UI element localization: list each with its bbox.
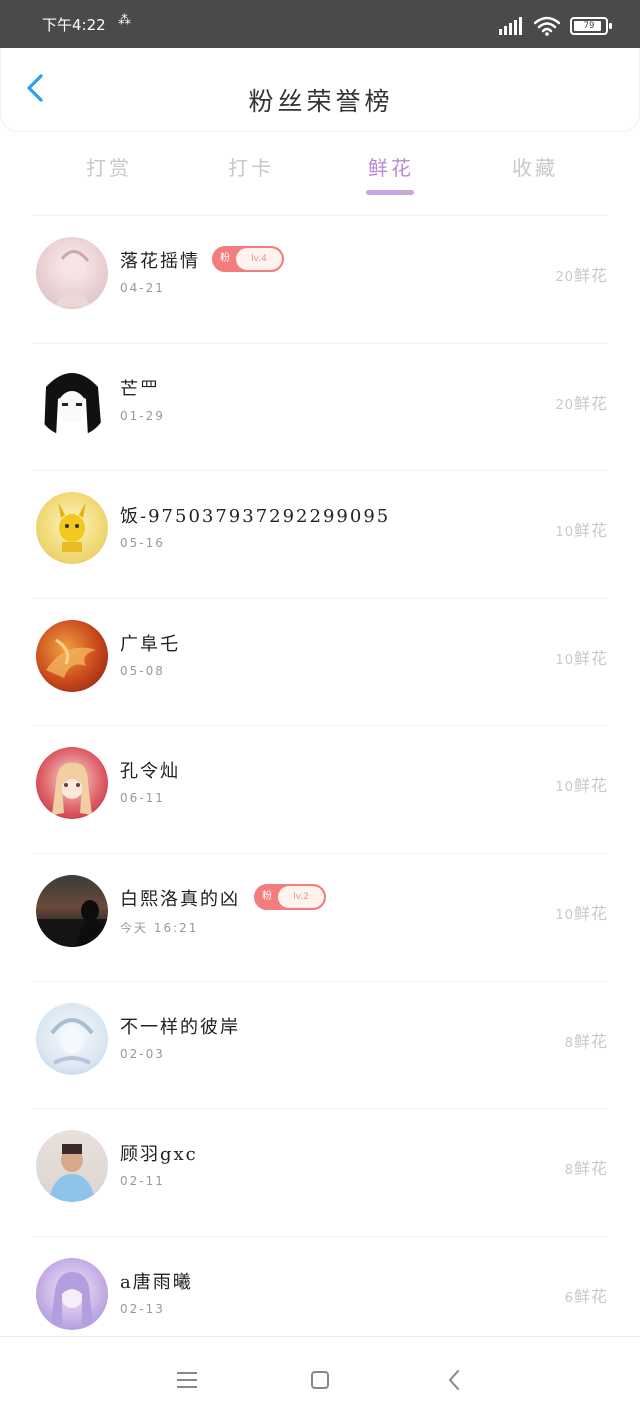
tab-checkin[interactable]: 打卡 — [228, 152, 274, 181]
avatar — [36, 364, 108, 437]
flower-count-number: 20 — [555, 270, 574, 285]
avatar — [36, 1002, 108, 1075]
notification-icon: ⁂ — [118, 13, 131, 28]
status-bar: 下午4:22 ⁂ 79 — [0, 0, 640, 48]
flower-count: 8鲜花 — [565, 1155, 608, 1179]
fan-name: 白熙洛真的凶 — [120, 888, 240, 910]
flower-count-number: 8 — [564, 1163, 574, 1179]
flower-count-unit: 鲜花 — [573, 521, 608, 541]
flower-count-number: 10 — [555, 652, 574, 668]
tab-reward[interactable]: 打赏 — [86, 152, 132, 181]
flower-count: 10鲜花 — [555, 517, 608, 541]
flower-count-unit: 鲜花 — [573, 266, 608, 285]
fan-name: 落花摇情 — [120, 251, 200, 272]
status-time: 下午4:22 — [42, 16, 106, 34]
flower-count-unit: 鲜花 — [573, 776, 608, 796]
tab-favorites[interactable]: 收藏 — [512, 152, 558, 181]
page-title: 粉丝荣誉榜 — [248, 87, 394, 116]
badge-prefix: 粉 — [220, 253, 230, 264]
flower-count-unit: 鲜花 — [573, 393, 608, 413]
menu-icon[interactable] — [172, 1367, 202, 1393]
flower-count: 20鲜花 — [555, 262, 608, 286]
list-item[interactable]: 芒罒 01-29 20鲜花 — [32, 342, 608, 471]
list-item[interactable]: 顾羽gxc 02-11 8鲜花 — [32, 1108, 608, 1236]
flower-count: 8鲜花 — [565, 1028, 608, 1052]
list-item[interactable]: 孔令灿 06-11 10鲜花 — [32, 725, 608, 853]
badge-prefix: 粉 — [262, 890, 272, 902]
fan-date: 02-11 — [120, 1174, 165, 1189]
badge-level: lv.2 — [278, 885, 324, 908]
flower-count: 10鲜花 — [555, 645, 608, 669]
flower-count-unit: 鲜花 — [573, 903, 608, 923]
list-item[interactable]: 不一样的彼岸 02-03 8鲜花 — [32, 980, 608, 1109]
avatar — [36, 1130, 108, 1203]
flower-count-number: 6 — [564, 1290, 574, 1306]
fan-level-badge: 粉 lv.2 — [254, 883, 326, 910]
flower-count-number: 10 — [555, 780, 574, 796]
system-nav-bar — [0, 1336, 640, 1422]
badge-level: lv.4 — [236, 248, 282, 270]
list-item[interactable]: 落花摇情 粉 lv.4 04-21 20鲜花 — [32, 215, 608, 343]
fan-date: 01-29 — [120, 408, 165, 423]
fan-name: 广阜乇 — [120, 633, 180, 655]
battery-icon: 79 — [570, 17, 612, 35]
home-square-icon[interactable] — [305, 1367, 335, 1393]
flower-count: 10鲜花 — [555, 900, 608, 924]
flower-count: 10鲜花 — [555, 772, 608, 796]
avatar — [36, 1257, 108, 1330]
fan-list: 落花摇情 粉 lv.4 04-21 20鲜花 芒罒 01-29 20鲜花 饭-9… — [0, 215, 640, 1363]
active-tab-indicator — [366, 190, 414, 195]
avatar — [36, 619, 108, 692]
fan-name: 不一样的彼岸 — [120, 1016, 240, 1038]
tab-bar: 打赏 打卡 鲜花 收藏 — [0, 140, 640, 210]
list-item[interactable]: 饭-975037937292299095 05-16 10鲜花 — [32, 470, 608, 598]
avatar — [36, 747, 108, 820]
flower-count-unit: 鲜花 — [573, 648, 608, 668]
flower-count-unit: 鲜花 — [573, 1031, 608, 1051]
flower-count-number: 10 — [555, 907, 574, 923]
back-chevron-icon[interactable] — [440, 1367, 470, 1393]
fan-date: 04-21 — [120, 281, 165, 295]
fan-name: 饭-975037937292299095 — [120, 506, 391, 528]
fan-date: 今天 16:21 — [120, 920, 199, 935]
fan-name: 芒罒 — [120, 378, 160, 400]
flower-count-number: 20 — [555, 397, 574, 413]
status-icons: 79 — [499, 16, 612, 36]
flower-count-unit: 鲜花 — [573, 1159, 608, 1179]
fan-date: 05-16 — [120, 536, 165, 551]
list-item[interactable]: 广阜乇 05-08 10鲜花 — [32, 597, 608, 726]
fan-name: 孔令灿 — [120, 761, 180, 783]
header: 粉丝荣誉榜 — [0, 48, 640, 132]
fan-date: 02-13 — [120, 1301, 165, 1316]
avatar — [36, 492, 108, 565]
fan-name: 顾羽gxc — [120, 1144, 198, 1166]
fan-level-badge: 粉 lv.4 — [212, 246, 284, 272]
flower-count: 20鲜花 — [555, 390, 608, 414]
tab-flowers[interactable]: 鲜花 — [368, 152, 414, 181]
signal-icon — [499, 17, 524, 35]
fan-name: a唐雨曦 — [120, 1271, 193, 1293]
flower-count-number: 10 — [555, 525, 574, 541]
wifi-icon — [534, 16, 560, 36]
avatar — [36, 237, 108, 309]
list-item[interactable]: 白熙洛真的凶 粉 lv.2 今天 16:21 10鲜花 — [32, 852, 608, 981]
fan-date: 06-11 — [120, 791, 165, 806]
battery-level: 79 — [583, 21, 595, 31]
flower-count: 6鲜花 — [565, 1283, 608, 1307]
fan-date: 02-03 — [120, 1046, 165, 1061]
flower-count-number: 8 — [564, 1035, 574, 1051]
fan-date: 05-08 — [120, 663, 165, 678]
flower-count-unit: 鲜花 — [573, 1286, 608, 1306]
avatar — [36, 874, 108, 947]
